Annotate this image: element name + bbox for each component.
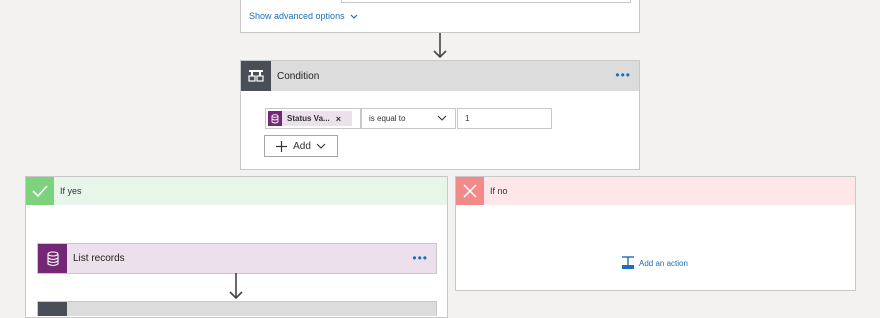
condition-title: Condition [277,70,320,82]
operator-dropdown[interactable]: is equal to [361,108,456,129]
condition-card: Condition ••• Status Va... × is equal to… [240,60,640,170]
condition-left-operand[interactable]: Status Va... × [265,108,361,129]
chevron-down-icon [437,115,447,121]
operator-selected: is equal to [369,114,406,123]
dynamic-content-token[interactable]: Status Va... × [268,111,352,126]
list-records-header[interactable]: List records ••• [38,244,436,273]
if-no-header: If no [456,177,855,205]
show-advanced-options-label: Show advanced options [249,11,345,21]
add-action-icon [622,256,634,269]
condition-value: 1 [465,114,470,123]
add-row-button[interactable]: Add [264,135,338,157]
add-an-action-label: Add an action [639,258,688,268]
show-advanced-options-link[interactable]: Show advanced options [249,11,358,21]
token-remove-button[interactable]: × [336,114,341,124]
action-icon [38,302,67,316]
chevron-down-icon [316,143,326,149]
token-label: Status Va... [287,114,330,123]
previous-action-field[interactable] [341,0,631,3]
condition-icon [241,61,271,91]
list-records-more-menu[interactable]: ••• [412,252,428,264]
previous-action-card: Show advanced options [240,0,640,33]
condition-value-input[interactable]: 1 [457,108,552,129]
next-action-header [38,302,436,316]
condition-header[interactable]: Condition ••• [241,61,639,91]
if-yes-header: If yes [26,177,447,205]
condition-more-menu[interactable]: ••• [615,69,631,81]
list-records-title: List records [73,253,125,264]
checkmark-icon [26,177,54,205]
connector-arrow [229,273,243,300]
chevron-down-icon [350,14,358,19]
if-no-title: If no [490,186,508,196]
list-records-card: List records ••• [37,243,437,274]
database-icon [268,111,282,126]
add-button-label: Add [293,140,311,152]
add-an-action-link[interactable]: Add an action [621,256,688,270]
database-icon [38,244,67,273]
if-no-branch: If no Add an action [455,176,856,291]
close-icon [456,177,484,205]
if-yes-title: If yes [60,186,82,196]
plus-icon [276,140,288,152]
next-action-card[interactable] [37,301,437,316]
connector-arrow [433,33,447,59]
